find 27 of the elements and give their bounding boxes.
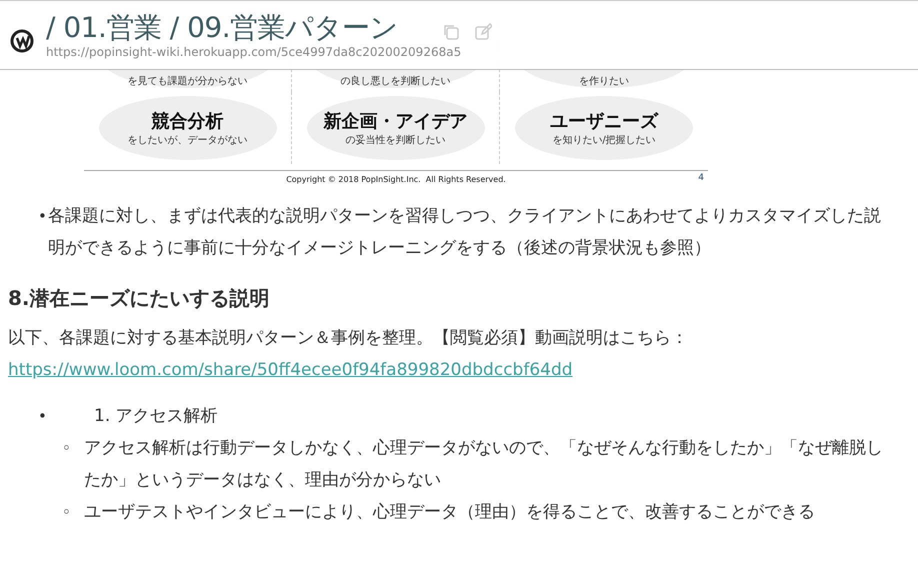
topic-subtitle: をしたいが、データがない [128, 134, 248, 147]
sub-bullet-text: ユーザテストやインタビューにより、心理データ（理由）を得ることで、改善することができる [84, 501, 815, 524]
bullet-marker: ◦ [62, 438, 72, 459]
topic-title: ユーザニーズ [550, 110, 658, 133]
topic-subtitle: の妥当性を判断したい [346, 134, 446, 147]
topic-title: 競合分析 [152, 110, 224, 133]
bullet-marker: • [38, 406, 48, 427]
logo-icon[interactable] [8, 27, 36, 55]
slide-number: 4 [698, 173, 704, 183]
topic-title: 新企画・アイデア [324, 110, 468, 133]
sub-bullet-text: アクセス解析は行動データしかなく、心理データがないので、「なぜそんな行動をしたか」「なぜ離脱したか」というデータはなく、理由が分からない [84, 437, 884, 492]
topic-subtitle: の良し悪しを判断したい [340, 74, 450, 88]
bullet-marker: ◦ [62, 502, 72, 523]
topic-subtitle: を作りたい [579, 75, 629, 88]
section-heading: 8.潜在ニーズにたいする説明 [8, 285, 271, 312]
bullet-marker: • [38, 206, 48, 227]
bullet-text: 各課題に対し、まずは代表的な説明パターンを習得しつつ、クライアントにあわせてよりカスタマイズした説明ができるように事前に十分なイメージトレーニングをする（後述の背景状況も参照） [48, 205, 882, 260]
list-item-label: 1. アクセス解析 [94, 405, 218, 428]
video-link[interactable]: https://www.loom.com/share/50ff4ecee0f94fa899820dbdccbf64dd [8, 360, 573, 380]
paragraph-text: 以下、各課題に対する基本説明パターン＆事例を整理。【閲覧必須】動画説明はこちら： [8, 328, 688, 348]
topic-subtitle: を見ても課題が分からない [128, 74, 248, 88]
page-title: / 01.営業 / 09.営業パターン [46, 10, 398, 46]
edit-icon[interactable] [474, 23, 492, 41]
topic-subtitle: を知りたい/把握したい [552, 134, 656, 147]
page-url[interactable]: https://popinsight-wiki.herokuapp.com/5ce4997da8c20200209268a5 [46, 45, 462, 59]
copy-icon[interactable] [442, 23, 460, 41]
copyright-text: Copyright © 2018 PopInSight.Inc. All Rights Reserved. [286, 175, 506, 184]
